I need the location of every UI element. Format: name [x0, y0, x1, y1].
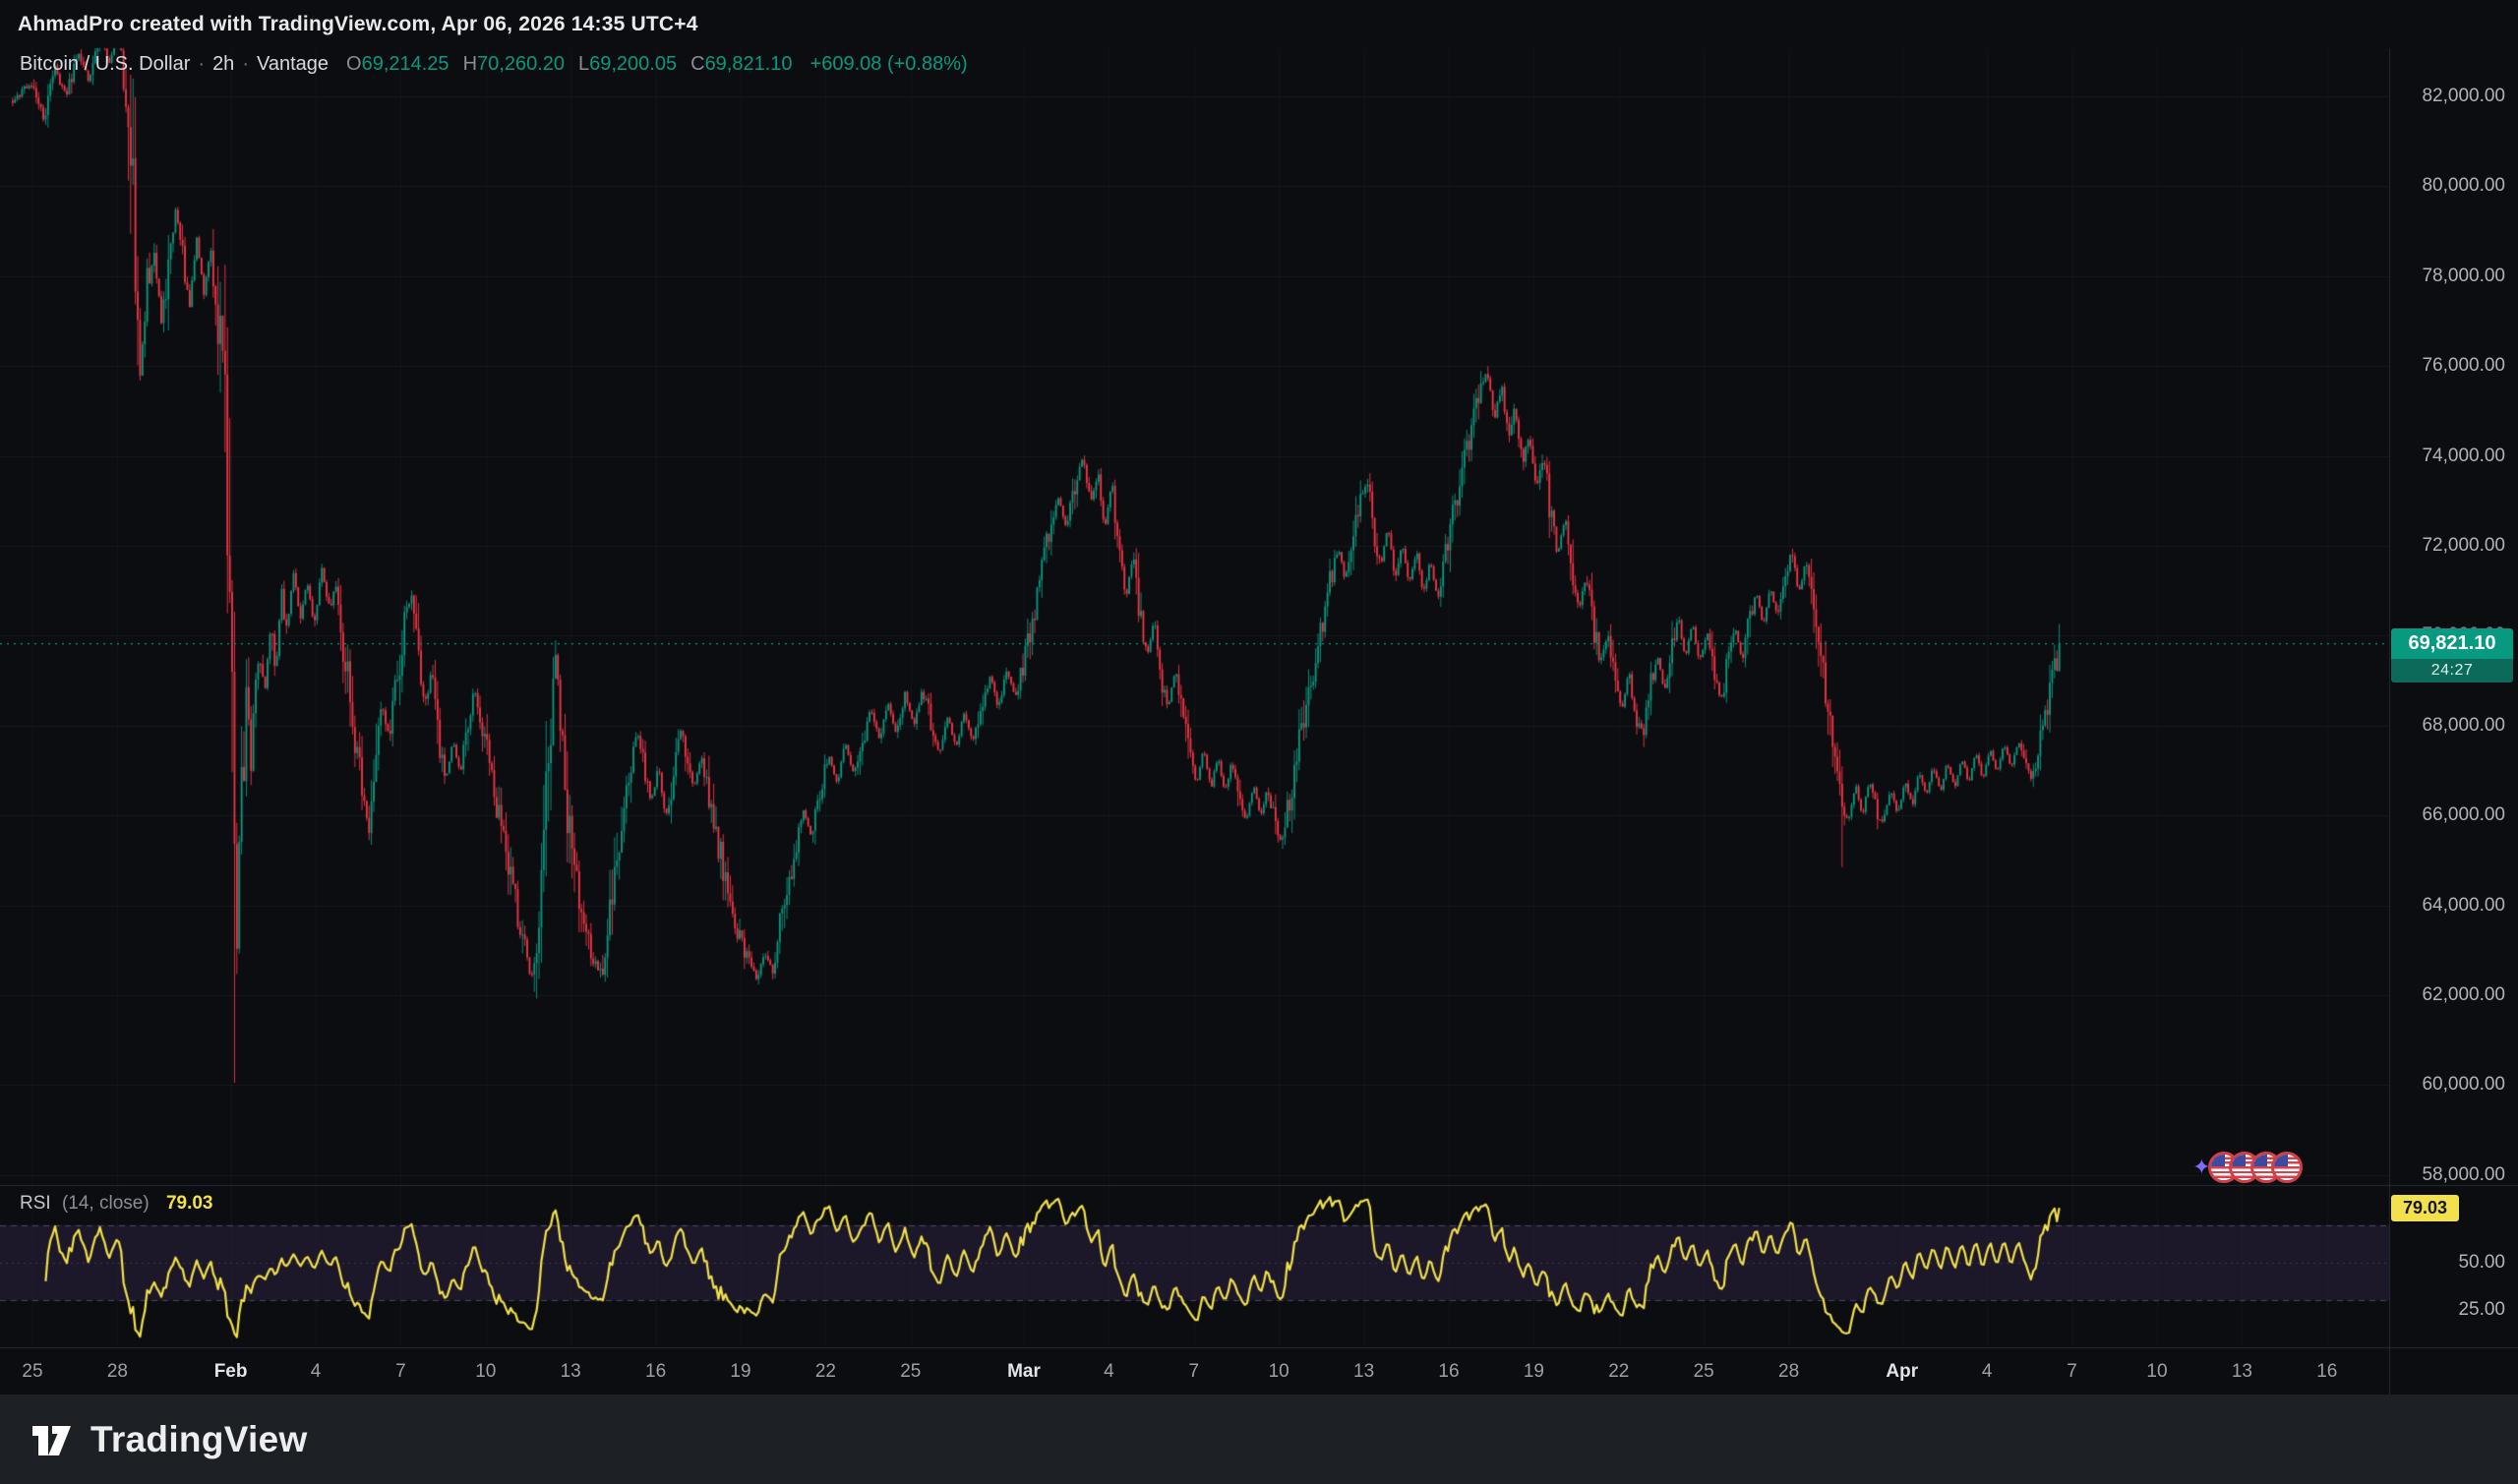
bar-countdown: 24:27: [2391, 659, 2513, 683]
time-axis-label: 28: [1778, 1361, 1799, 1383]
price-scale-tick: 74,000.00: [2397, 445, 2505, 467]
exchange-label: Vantage: [257, 53, 329, 76]
time-axis-label: 4: [1104, 1361, 1114, 1383]
tradingview-snapshot: AhmadPro created with TradingView.com, A…: [0, 0, 2518, 1484]
legend-separator: ·: [198, 53, 205, 76]
symbol-title: Bitcoin / U.S. Dollar: [20, 53, 190, 76]
price-scale-tick: 58,000.00: [2397, 1164, 2505, 1186]
time-axis-label: 4: [1982, 1361, 1993, 1383]
last-price-value: 69,821.10: [2391, 628, 2513, 659]
rsi-current-value: 79.03: [166, 1193, 213, 1214]
time-axis-label: 22: [1608, 1361, 1629, 1383]
time-axis-label: 7: [1189, 1361, 1200, 1383]
time-axis-label: 7: [2067, 1361, 2077, 1383]
time-axis-label: 28: [107, 1361, 128, 1383]
time-axis-label: 16: [1438, 1361, 1459, 1383]
interval-label: 2h: [212, 53, 234, 76]
price-scale-tick: 78,000.00: [2397, 266, 2505, 287]
time-axis-label: 13: [2232, 1361, 2252, 1383]
open-value: O69,214.25: [346, 53, 450, 76]
price-scale-tick: 60,000.00: [2397, 1074, 2505, 1096]
time-axis-label: Feb: [214, 1361, 248, 1383]
price-scale-tick: 66,000.00: [2397, 804, 2505, 826]
change-value: +609.08 (+0.88%): [810, 53, 968, 76]
time-axis-label: 13: [561, 1361, 581, 1383]
legend-separator: ·: [242, 53, 249, 76]
ohlc-values: O69,214.25 H70,260.20 L69,200.05 C69,821…: [346, 53, 968, 76]
time-axis-label: 10: [1269, 1361, 1289, 1383]
rsi-legend: RSI (14, close) 79.03: [20, 1193, 213, 1215]
bottom-brand-bar: TradingView: [0, 1395, 2518, 1484]
rsi-scale-value-label: 79.03: [2391, 1195, 2459, 1221]
time-axis-label: 4: [311, 1361, 322, 1383]
rsi-scale-tick: 50.00: [2397, 1252, 2505, 1274]
time-axis-label: 10: [2146, 1361, 2167, 1383]
symbol-legend: Bitcoin / U.S. Dollar · 2h · Vantage O69…: [20, 53, 968, 76]
price-scale-tick: 82,000.00: [2397, 86, 2505, 107]
time-axis-label: 16: [645, 1361, 666, 1383]
price-scale-tick: 80,000.00: [2397, 175, 2505, 197]
attribution-text: AhmadPro created with TradingView.com, A…: [18, 13, 698, 36]
time-axis-label: 25: [22, 1361, 42, 1383]
price-scale-tick: 64,000.00: [2397, 895, 2505, 917]
time-axis-label: 25: [1694, 1361, 1714, 1383]
time-axis-label: Mar: [1007, 1361, 1041, 1383]
candlestick-chart-canvas[interactable]: [0, 0, 2518, 1484]
time-axis-label: 7: [395, 1361, 406, 1383]
price-scale-tick: 72,000.00: [2397, 535, 2505, 557]
price-scale-tick: 62,000.00: [2397, 984, 2505, 1006]
attribution-bar: AhmadPro created with TradingView.com, A…: [0, 0, 2518, 48]
close-value: C69,821.10: [690, 53, 792, 76]
low-value: L69,200.05: [578, 53, 677, 76]
time-axis-label: 25: [900, 1361, 921, 1383]
rsi-scale-tick: 25.00: [2397, 1299, 2505, 1321]
time-axis-label: Apr: [1886, 1361, 1918, 1383]
tradingview-logo-mark-icon[interactable]: [26, 1414, 77, 1465]
time-axis-label: 13: [1353, 1361, 1374, 1383]
price-scale-tick: 68,000.00: [2397, 715, 2505, 737]
time-axis-label: 22: [815, 1361, 836, 1383]
time-axis-label: 16: [2316, 1361, 2337, 1383]
time-axis-label: 19: [1524, 1361, 1544, 1383]
rsi-params: (14, close): [62, 1193, 150, 1214]
price-scale-tick: 76,000.00: [2397, 355, 2505, 377]
last-price-label: 69,821.10 24:27: [2391, 628, 2513, 683]
rsi-title: RSI: [20, 1193, 51, 1214]
tradingview-logo-text[interactable]: TradingView: [90, 1419, 308, 1460]
time-axis-label: 10: [475, 1361, 496, 1383]
time-axis-label: 19: [730, 1361, 750, 1383]
high-value: H70,260.20: [463, 53, 565, 76]
